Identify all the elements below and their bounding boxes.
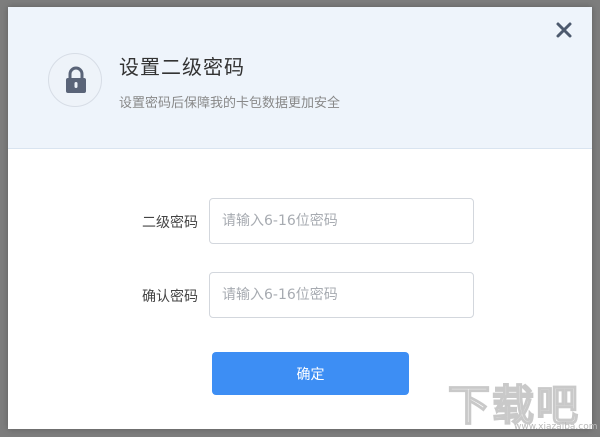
set-secondary-password-dialog: 设置二级密码 设置密码后保障我的卡包数据更加安全 二级密码 确认密码 确定 xyxy=(8,7,592,429)
confirm-button[interactable]: 确定 xyxy=(212,352,409,395)
confirm-password-label: 确认密码 xyxy=(142,289,198,305)
confirm-password-input[interactable] xyxy=(209,272,474,318)
secondary-password-label: 二级密码 xyxy=(142,215,198,231)
close-button[interactable] xyxy=(554,20,574,40)
form-row-confirm-password: 确认密码 xyxy=(8,272,592,318)
dialog-header: 设置二级密码 设置密码后保障我的卡包数据更加安全 xyxy=(8,7,592,149)
lock-icon xyxy=(66,66,86,93)
secondary-password-input[interactable] xyxy=(209,198,474,244)
watermark: 下载吧 www.xiazaiba.com xyxy=(447,372,597,432)
lock-icon-circle xyxy=(48,53,102,107)
dialog-title: 设置二级密码 xyxy=(119,55,245,79)
watermark-site: www.xiazaiba.com xyxy=(514,422,598,432)
dialog-subtitle: 设置密码后保障我的卡包数据更加安全 xyxy=(119,96,341,111)
close-icon xyxy=(556,22,572,38)
form-row-secondary-password: 二级密码 xyxy=(8,198,592,244)
